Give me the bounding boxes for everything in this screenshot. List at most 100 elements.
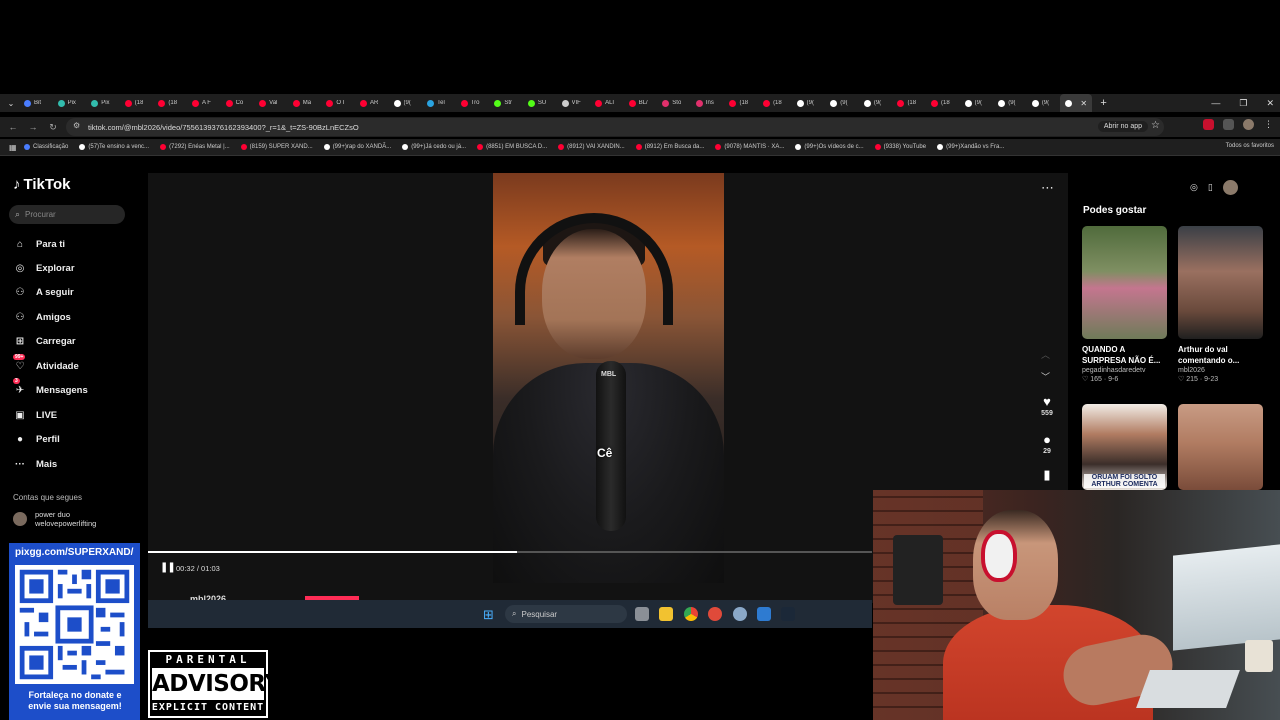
sidebar-item-following[interactable]: ⚇ A seguir bbox=[13, 284, 74, 300]
browser-tab[interactable]: (9( bbox=[960, 94, 994, 112]
bookmark-item[interactable]: Classificação bbox=[24, 144, 68, 150]
pause-icon[interactable]: ❚❚ bbox=[160, 562, 176, 573]
all-favorites-link[interactable]: Todos os favoritos bbox=[1226, 143, 1274, 149]
close-window-icon[interactable]: ✕ bbox=[1266, 98, 1274, 109]
bookmark-star-icon[interactable]: ☆ bbox=[1151, 120, 1160, 131]
browser-tab[interactable]: (9( bbox=[389, 94, 423, 112]
windows-start-icon[interactable]: ⊞ bbox=[483, 607, 494, 623]
browser-tab[interactable]: (18 bbox=[120, 94, 154, 112]
suggested-video[interactable]: QUANDO A SURPRESA NÃO É... pegadinhasdar… bbox=[1082, 226, 1167, 383]
profile-avatar[interactable] bbox=[1222, 180, 1238, 195]
close-tab-icon[interactable]: ✕ bbox=[1080, 99, 1087, 108]
browser-tab[interactable]: AR bbox=[355, 94, 389, 112]
video-progress-bar[interactable] bbox=[148, 551, 872, 553]
site-info-icon[interactable]: ⚙ bbox=[73, 121, 80, 130]
bookmark-item[interactable]: (99+)rap do XANDÃ... bbox=[323, 144, 391, 150]
sidebar-item-live[interactable]: ▣ LIVE bbox=[13, 407, 57, 423]
tab-search-icon[interactable]: ⌄ bbox=[3, 99, 19, 108]
bookmark-item[interactable]: (99+)Já cedo ou já... bbox=[402, 144, 466, 150]
file-explorer-icon[interactable] bbox=[659, 607, 673, 621]
open-in-app-button[interactable]: Abrir no app bbox=[1097, 121, 1148, 132]
bookmark-item[interactable]: (99+)Os vídeos de c... bbox=[795, 144, 864, 150]
maximize-icon[interactable]: ❐ bbox=[1239, 98, 1247, 109]
browser-tab[interactable]: (18 bbox=[724, 94, 758, 112]
device-icon[interactable]: ▯ bbox=[1208, 182, 1213, 193]
browser-tab[interactable]: Sto bbox=[657, 94, 691, 112]
app-icon[interactable] bbox=[757, 607, 771, 621]
browser-tab[interactable]: Tel bbox=[422, 94, 456, 112]
browser-tab[interactable]: (18 bbox=[153, 94, 187, 112]
bookmark-item[interactable]: (8912) VAI XANDIN... bbox=[558, 144, 625, 150]
more-options-icon[interactable]: ⋯ bbox=[1041, 180, 1054, 196]
extension-icon[interactable] bbox=[1203, 119, 1214, 130]
bookmark-item[interactable]: (8159) SUPER XAND... bbox=[240, 144, 313, 150]
sidebar-item-friends[interactable]: ⚇ Amigos bbox=[13, 309, 71, 325]
url-field[interactable]: ⚙ tiktok.com/@mbl2026/video/755613937616… bbox=[66, 118, 1164, 136]
bookmark-item[interactable]: (7292) Enéas Metal |... bbox=[160, 144, 230, 150]
browser-tab[interactable]: O I bbox=[321, 94, 355, 112]
next-video-icon[interactable]: ﹀ bbox=[1041, 370, 1050, 383]
compass-icon[interactable]: ◎ bbox=[1190, 182, 1198, 193]
reload-icon[interactable]: ↻ bbox=[46, 122, 60, 133]
suggested-video[interactable] bbox=[1178, 404, 1263, 490]
tiktok-logo[interactable]: ♪ TikTok bbox=[13, 176, 70, 193]
minimize-icon[interactable]: — bbox=[1211, 98, 1220, 108]
sidebar-item-compass[interactable]: ◎ Explorar bbox=[13, 260, 75, 276]
sidebar-item-activity[interactable]: ♡ 99+ Atividade bbox=[13, 353, 79, 374]
browser-tab[interactable]: Bit bbox=[19, 94, 53, 112]
browser-tab[interactable]: (18 bbox=[758, 94, 792, 112]
video-frame[interactable]: MBL Cê bbox=[493, 173, 724, 583]
bookmark-item[interactable]: (57)Te ensino a venc... bbox=[79, 144, 149, 150]
bookmark-item[interactable]: (8851) EM BUSCA D... bbox=[477, 144, 547, 150]
browser-tab[interactable]: Pix bbox=[53, 94, 87, 112]
browser-tab[interactable]: (9( bbox=[792, 94, 826, 112]
browser-tab[interactable]: VIF bbox=[557, 94, 591, 112]
browser-tab[interactable]: Ma bbox=[288, 94, 322, 112]
bookmark-item[interactable]: (9338) YouTube bbox=[874, 144, 926, 150]
sidebar-item-messages[interactable]: ✈ 3 Mensagens bbox=[13, 377, 88, 398]
browser-tab[interactable]: ALI bbox=[590, 94, 624, 112]
browser-tab[interactable]: (18 bbox=[892, 94, 926, 112]
browser-tab[interactable]: A F bbox=[187, 94, 221, 112]
browser-tab[interactable]: SU bbox=[523, 94, 557, 112]
browser-tab[interactable]: Ins bbox=[691, 94, 725, 112]
sidebar-item-home[interactable]: ⌂ Para ti bbox=[13, 236, 65, 252]
extension-icon[interactable] bbox=[1223, 119, 1234, 130]
browser-tab[interactable]: ✕ bbox=[1060, 94, 1093, 112]
suggested-video[interactable]: Arthur do val comentando o... mbl2026 ♡ … bbox=[1178, 226, 1263, 383]
search-input[interactable]: ⌕ Procurar bbox=[9, 205, 125, 224]
chrome-icon[interactable] bbox=[684, 607, 698, 621]
browser-tab[interactable]: (9( bbox=[825, 94, 859, 112]
browser-tab[interactable]: (9( bbox=[859, 94, 893, 112]
task-view-icon[interactable] bbox=[635, 607, 649, 621]
following-account-item[interactable]: power duo welovepowerlifting bbox=[13, 510, 96, 528]
apps-grid-icon[interactable]: ▦ bbox=[9, 143, 17, 152]
browser-tab[interactable]: Val bbox=[254, 94, 288, 112]
bookmark-item[interactable]: (99+)Xandão vs Fra... bbox=[937, 144, 1004, 150]
taskbar-search[interactable]: ⌕ Pesquisar bbox=[505, 605, 627, 623]
sidebar-item-more[interactable]: ··· Mais bbox=[13, 456, 57, 472]
sidebar-item-profile[interactable]: ● Perfil bbox=[13, 431, 60, 447]
browser-tab[interactable]: (18 bbox=[926, 94, 960, 112]
forward-icon[interactable]: → bbox=[26, 122, 40, 132]
comment-button[interactable]: ● 29 bbox=[1035, 432, 1059, 455]
browser-tab[interactable]: BL/ bbox=[624, 94, 658, 112]
new-tab-button[interactable]: + bbox=[1100, 97, 1106, 109]
save-button[interactable]: ▮ bbox=[1035, 467, 1059, 483]
like-button[interactable]: ♥ 559 bbox=[1035, 394, 1059, 417]
browser-menu-icon[interactable]: ⋮ bbox=[1263, 119, 1274, 130]
app-icon[interactable] bbox=[708, 607, 722, 621]
suggested-video[interactable]: ORUAM FOI SOLTO ARTHUR COMENTA bbox=[1082, 404, 1167, 490]
browser-tab[interactable]: (9( bbox=[1027, 94, 1061, 112]
browser-tab[interactable]: Tro bbox=[456, 94, 490, 112]
bookmark-item[interactable]: (9078) MANTIS · XA... bbox=[715, 144, 784, 150]
back-icon[interactable]: ← bbox=[6, 122, 20, 132]
steam-icon[interactable] bbox=[781, 607, 795, 621]
browser-tab[interactable]: Pix bbox=[86, 94, 120, 112]
previous-video-icon[interactable]: ︿ bbox=[1041, 348, 1050, 361]
browser-tab[interactable]: Co bbox=[221, 94, 255, 112]
browser-tab[interactable]: Str bbox=[489, 94, 523, 112]
settings-icon[interactable] bbox=[733, 607, 747, 621]
profile-avatar-icon[interactable] bbox=[1243, 119, 1254, 130]
bookmark-item[interactable]: (8912) Em Busca da... bbox=[635, 144, 704, 150]
